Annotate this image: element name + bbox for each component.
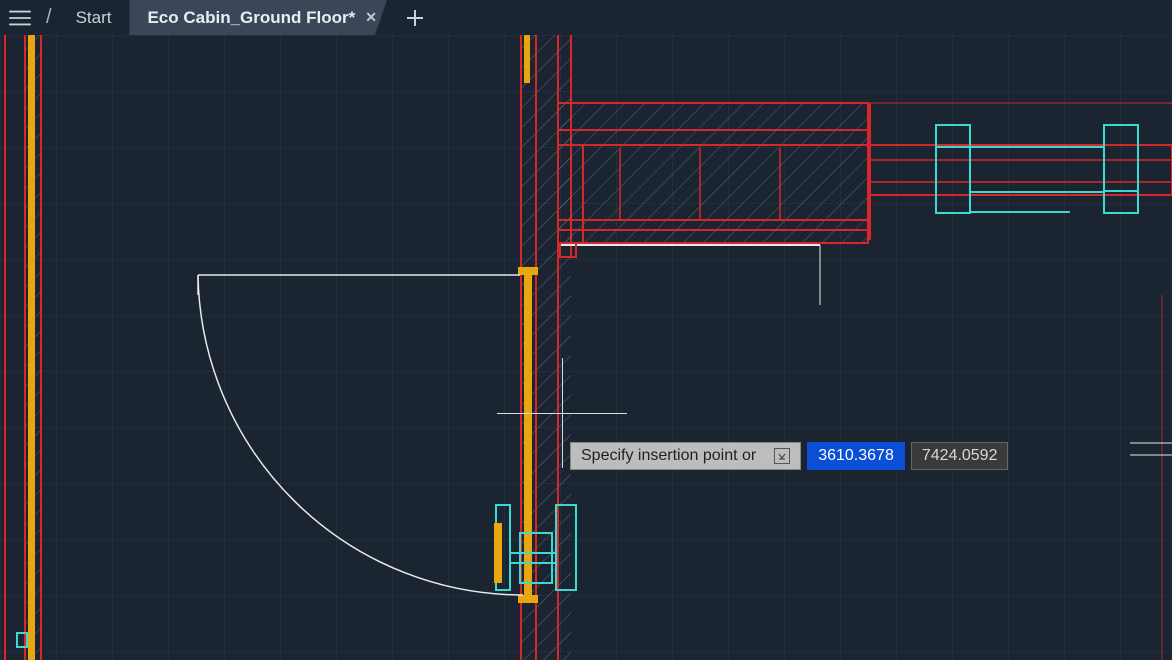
command-prompt-tooltip: Specify insertion point or 3610.3678 742… [570,442,1008,470]
tab-active-label: Eco Cabin_Ground Floor* [147,8,355,28]
prompt-text: Specify insertion point or [581,447,756,465]
coord-y-value: 7424.0592 [922,447,998,465]
tab-bar: / Start Eco Cabin_Ground Floor* ✕ [0,0,1172,35]
tab-divider: / [40,6,58,29]
tab-start[interactable]: Start [58,0,130,35]
door-leaf [524,267,532,597]
prompt-dropdown-icon[interactable] [774,448,790,464]
coord-x-value: 3610.3678 [818,447,894,465]
new-tab-button[interactable] [397,0,432,35]
coord-y-input[interactable]: 7424.0592 [911,442,1009,470]
hamburger-menu-icon[interactable] [0,0,40,35]
tab-active-document[interactable]: Eco Cabin_Ground Floor* ✕ [129,0,387,35]
close-tab-icon[interactable]: ✕ [365,9,377,26]
coord-x-input[interactable]: 3610.3678 [807,442,905,470]
drawing-canvas[interactable] [0,35,1172,660]
prompt-text-box: Specify insertion point or [570,442,801,470]
tab-start-label: Start [76,8,112,28]
